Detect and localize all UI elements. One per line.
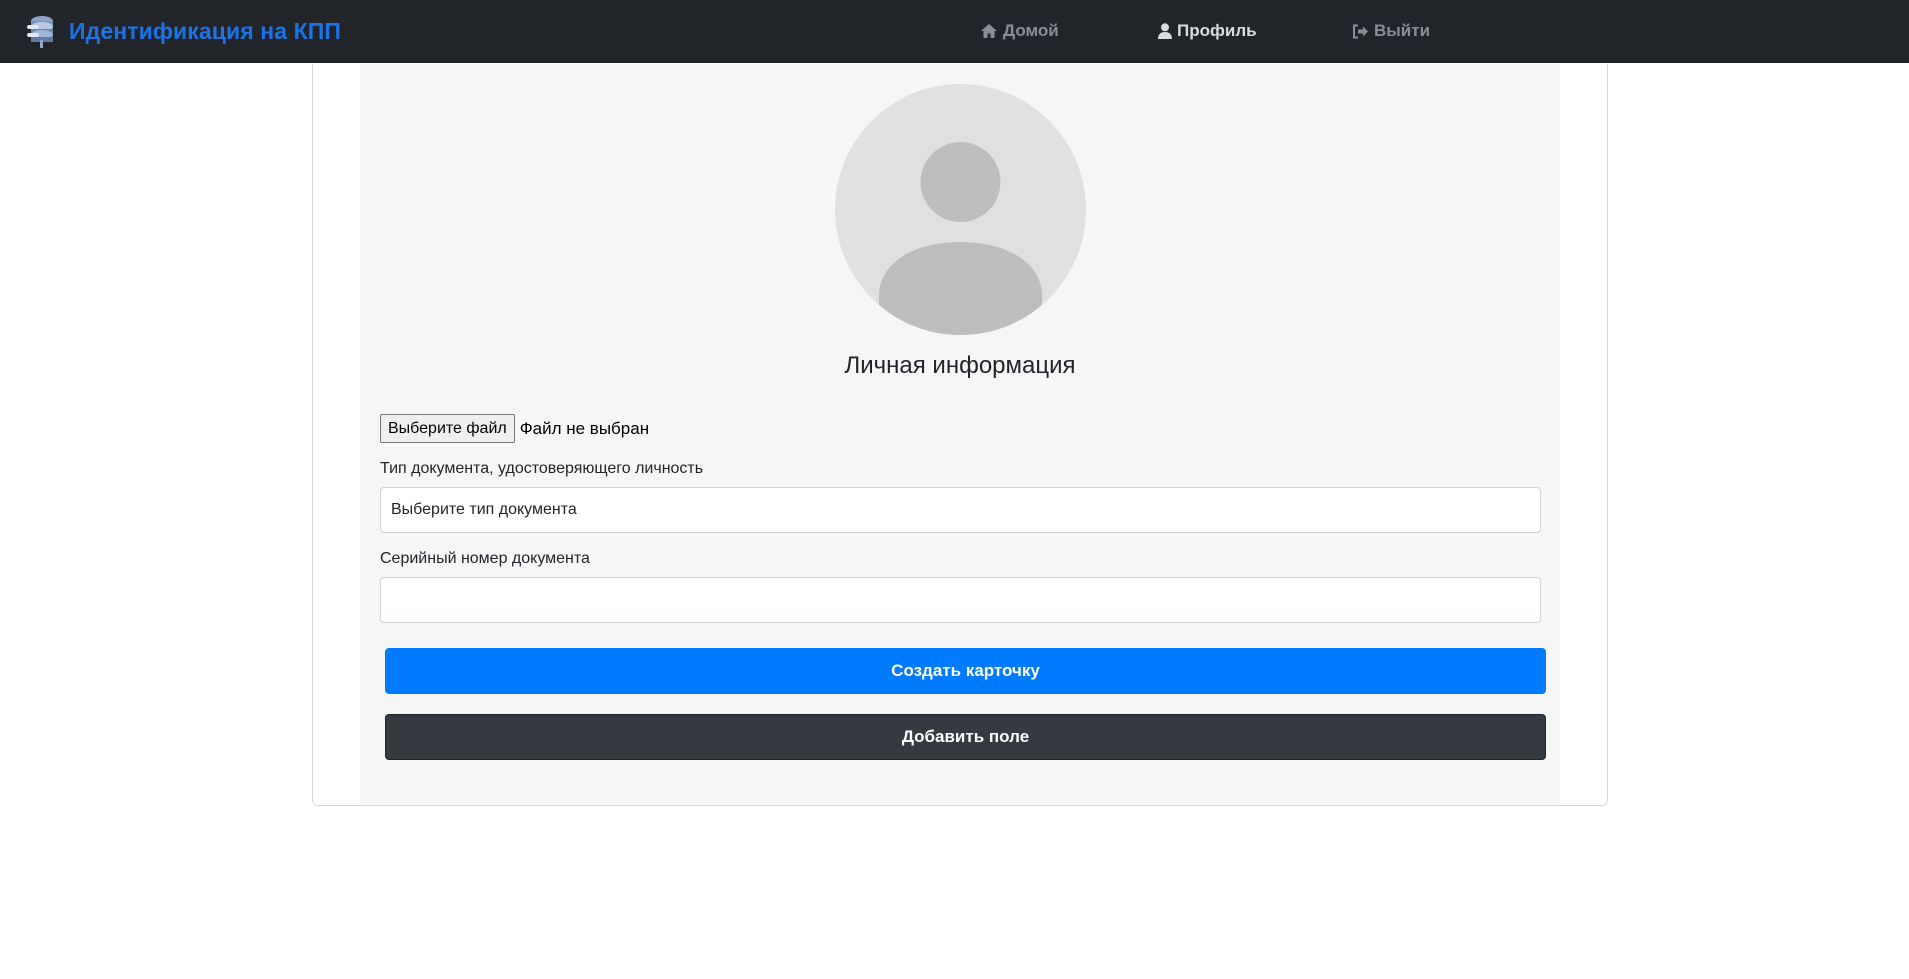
nav-home-link[interactable]: Домой [980,19,1059,43]
nav-home-label: Домой [1003,21,1059,40]
nav-logout-label: Выйти [1374,21,1431,40]
user-icon [1158,23,1172,39]
create-card-button[interactable]: Создать карточку [385,648,1546,694]
brand-logo-icon [27,16,53,48]
choose-file-button[interactable]: Выберите файл [380,414,515,443]
sign-out-icon [1353,24,1368,38]
serial-number-label: Серийный номер документа [380,550,590,567]
document-type-label: Тип документа, удостоверяющего личность [380,460,704,477]
nav-logout-link[interactable]: Выйти [1352,19,1430,43]
brand-link[interactable]: Идентификация на КПП [25,14,341,48]
photo-file-input: Выберите файл Файл не выбран [380,414,649,443]
user-placeholder-icon [879,142,1042,335]
home-icon [981,24,997,38]
serial-number-input[interactable] [380,577,1541,623]
top-navbar: Идентификация на КПП Домой Профиль Выйти [0,0,1909,63]
personal-info-title: Личная информация [844,352,1076,379]
document-type-select[interactable]: Выберите тип документа [380,487,1541,533]
document-type-value: Выберите тип документа [391,501,577,518]
nav-profile-label: Профиль [1177,21,1257,40]
file-status-text: Файл не выбран [519,418,650,438]
add-field-button[interactable]: Добавить поле [385,714,1546,760]
brand-title: Идентификация на КПП [69,17,342,44]
nav-profile-link[interactable]: Профиль [1158,19,1257,43]
avatar [835,84,1086,335]
